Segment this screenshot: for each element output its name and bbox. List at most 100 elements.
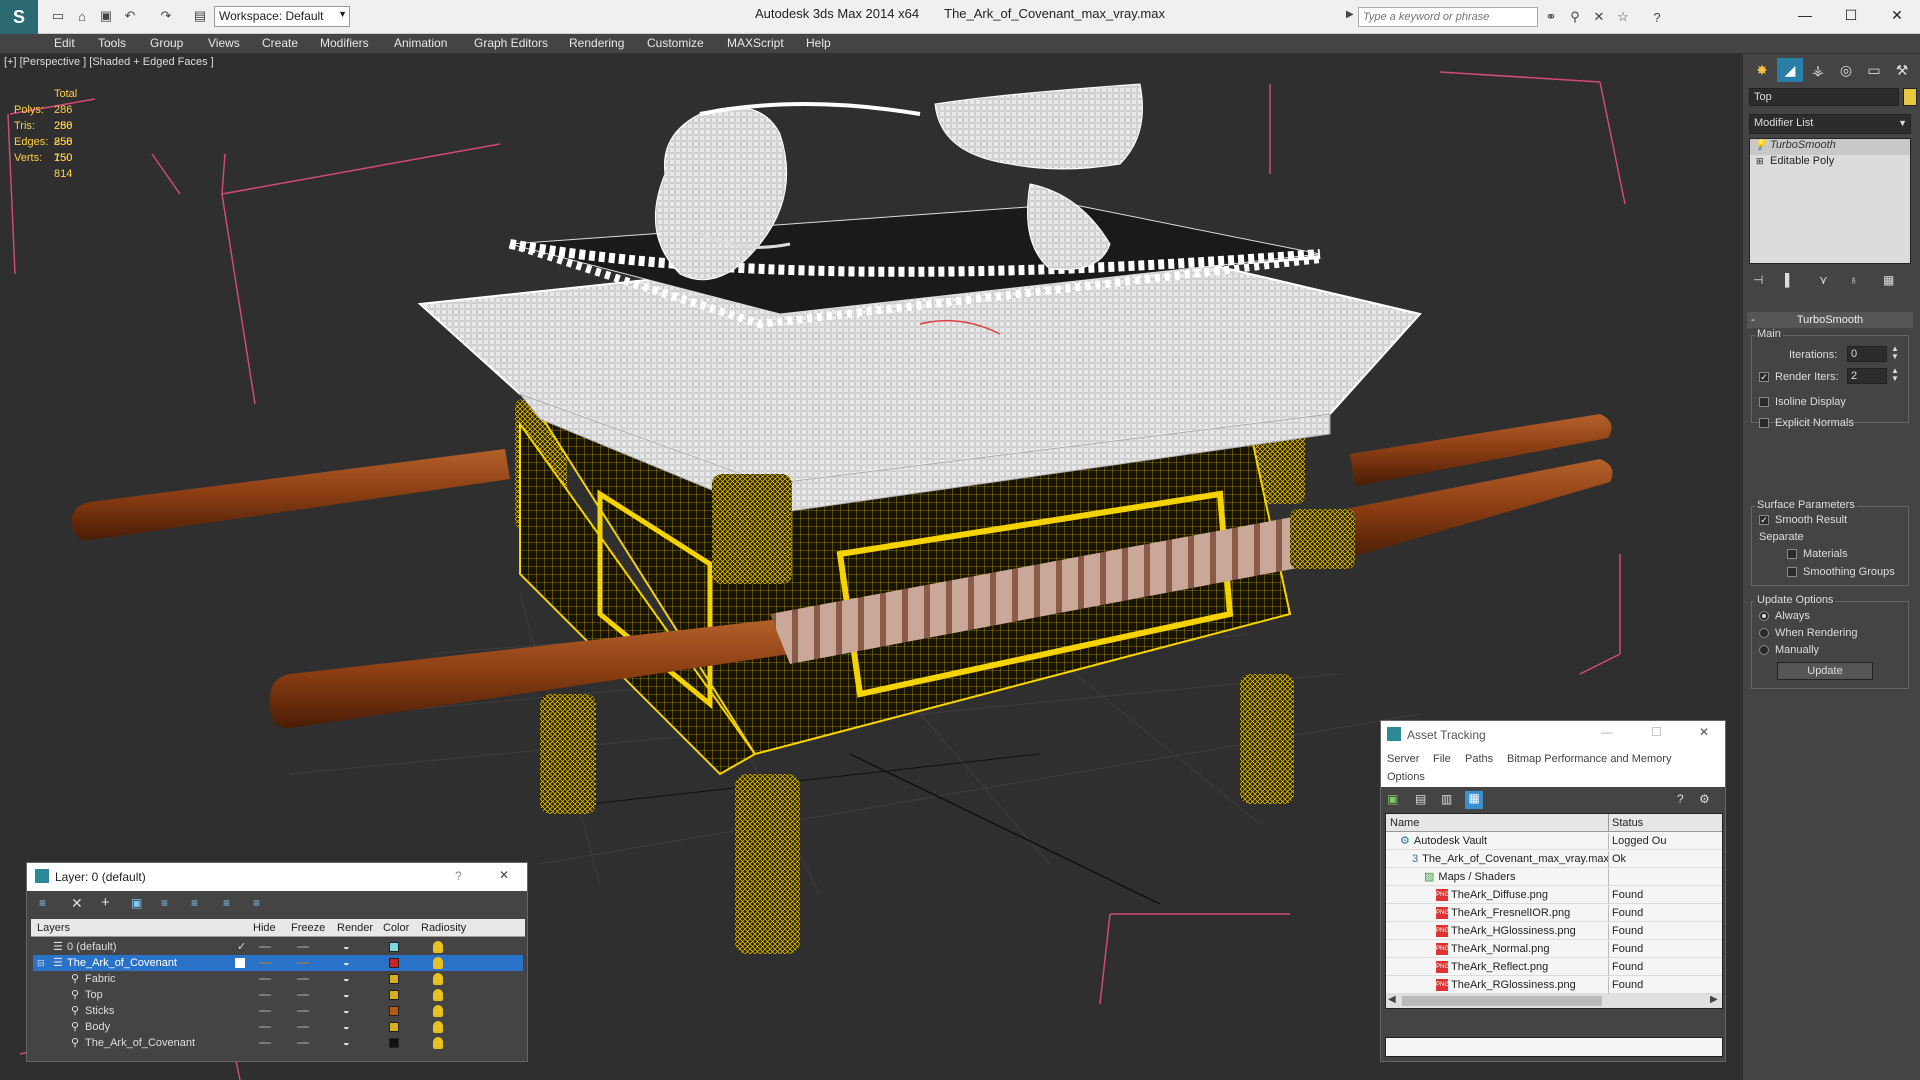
layer-window-titlebar[interactable]: Layer: 0 (default) ? ✕ <box>27 863 527 891</box>
object-color-swatch[interactable] <box>1903 88 1917 106</box>
hide-toggle[interactable] <box>259 978 271 980</box>
save-file-icon[interactable]: ▣ <box>96 6 116 26</box>
help-icon[interactable]: ? <box>1648 8 1666 26</box>
render-teapot-icon[interactable]: ◒ <box>343 1003 350 1019</box>
layer-color-swatch[interactable] <box>389 942 399 952</box>
set-active-box[interactable] <box>235 958 245 968</box>
freeze-toggle[interactable] <box>297 1010 309 1012</box>
hide-toggle[interactable] <box>259 962 271 964</box>
modifier-list-dropdown[interactable]: Modifier List ▼ <box>1749 114 1911 134</box>
menu-create[interactable]: Create <box>262 36 298 50</box>
search-expand-icon[interactable]: ▶ <box>1346 9 1354 20</box>
grid-view-icon[interactable]: ▦ <box>1465 791 1483 809</box>
explicit-normals-row[interactable]: Explicit Normals <box>1759 417 1854 429</box>
isoline-checkbox[interactable] <box>1759 397 1769 408</box>
object-color-swatch[interactable] <box>389 1006 399 1016</box>
menu-animation[interactable]: Animation <box>394 36 447 50</box>
materials-checkbox[interactable] <box>1787 549 1797 560</box>
object-color-swatch[interactable] <box>389 1038 399 1048</box>
hide-all-icon[interactable]: ≡ <box>191 896 198 910</box>
menu-group[interactable]: Group <box>150 36 183 50</box>
menu-bitmap-performance[interactable]: Bitmap Performance and Memory <box>1507 753 1671 765</box>
project-folder-icon[interactable]: ▤ <box>190 6 210 26</box>
always-radio[interactable] <box>1759 611 1769 622</box>
col-freeze[interactable]: Freeze <box>291 919 325 937</box>
create-layer-icon[interactable]: ≡ <box>39 896 46 910</box>
always-row[interactable]: Always <box>1759 610 1810 622</box>
hide-toggle[interactable] <box>259 1010 271 1012</box>
configure-sets-icon[interactable]: ▦ <box>1883 273 1894 287</box>
layer-row[interactable]: ☰ 0 (default) ✓ ◒ <box>33 939 523 955</box>
settings-icon[interactable]: ⚙ <box>1699 792 1710 806</box>
workspace-dropdown[interactable]: Workspace: Default ▼ <box>214 6 350 27</box>
layer-row-selected[interactable]: ⊟ ☰ The_Ark_of_Covenant ◒ <box>33 955 523 971</box>
collapse-minus-icon[interactable]: ⊟ <box>37 955 45 971</box>
freeze-toggle[interactable] <box>297 1026 309 1028</box>
layer-color-swatch[interactable] <box>389 958 399 968</box>
object-row[interactable]: ⚲ Top ◒ <box>33 987 523 1003</box>
menu-views[interactable]: Views <box>208 36 240 50</box>
stack-item-editable-poly[interactable]: ⊞ Editable Poly <box>1750 155 1910 171</box>
smooth-result-row[interactable]: ✓ Smooth Result <box>1759 514 1847 526</box>
utilities-tab-icon[interactable]: ⚒ <box>1889 58 1915 82</box>
radiosity-bulb-icon[interactable] <box>433 1037 443 1049</box>
menu-tools[interactable]: Tools <box>98 36 126 50</box>
render-teapot-icon[interactable]: ◒ <box>343 955 350 971</box>
col-radiosity[interactable]: Radiosity <box>421 919 466 937</box>
isoline-row[interactable]: Isoline Display <box>1759 396 1846 408</box>
object-color-swatch[interactable] <box>389 974 399 984</box>
render-teapot-icon[interactable]: ◒ <box>343 939 350 955</box>
when-rendering-radio[interactable] <box>1759 628 1769 639</box>
col-layers[interactable]: Layers <box>37 919 70 937</box>
make-unique-icon[interactable]: ⋎ <box>1819 273 1828 287</box>
expand-plus-icon[interactable]: ⊞ <box>1756 156 1764 167</box>
radiosity-bulb-icon[interactable] <box>433 1005 443 1017</box>
render-teapot-icon[interactable]: ◒ <box>343 987 350 1003</box>
subscription-icon[interactable]: ⚲ <box>1566 8 1584 26</box>
turbosmooth-rollout-header[interactable]: - TurboSmooth <box>1747 312 1913 328</box>
col-hide[interactable]: Hide <box>253 919 276 937</box>
render-iters-row[interactable]: ✓ Render Iters: <box>1759 371 1839 383</box>
scroll-thumb[interactable] <box>1402 996 1602 1006</box>
render-teapot-icon[interactable]: ◒ <box>343 971 350 987</box>
undo-icon[interactable]: ↶ <box>120 6 140 26</box>
hide-toggle[interactable] <box>259 1042 271 1044</box>
radiosity-bulb-icon[interactable] <box>433 957 443 969</box>
smoothing-groups-row[interactable]: Smoothing Groups <box>1787 566 1895 578</box>
table-view-icon[interactable]: ▥ <box>1441 792 1452 806</box>
redo-icon[interactable]: ↷ <box>156 6 176 26</box>
highlight-layer-icon[interactable]: ≡ <box>161 896 168 910</box>
freeze-toggle[interactable] <box>297 962 309 964</box>
menu-options[interactable]: Options <box>1387 771 1425 783</box>
radiosity-bulb-icon[interactable] <box>433 989 443 1001</box>
display-tab-icon[interactable]: ▭ <box>1861 58 1887 82</box>
freeze-toggle[interactable] <box>297 978 309 980</box>
maximize-button[interactable]: ☐ <box>1828 0 1874 30</box>
show-end-result-icon[interactable]: ▌ <box>1785 273 1794 287</box>
when-rendering-row[interactable]: When Rendering <box>1759 627 1858 639</box>
viewport-label[interactable]: [+] [Perspective ] [Shaded + Edged Faces… <box>4 56 214 68</box>
asset-row[interactable]: ⚙ Autodesk Vault Logged Ou <box>1386 833 1722 850</box>
freeze-toggle[interactable] <box>297 946 309 948</box>
minimize-icon[interactable]: — <box>1601 725 1613 739</box>
close-button[interactable]: ✕ <box>1874 0 1920 30</box>
hide-toggle[interactable] <box>259 1026 271 1028</box>
asset-window-titlebar[interactable]: Asset Tracking — ☐ ✕ <box>1381 721 1725 749</box>
object-row[interactable]: ⚲ Sticks ◒ <box>33 1003 523 1019</box>
maximize-icon[interactable]: ☐ <box>1651 725 1662 739</box>
select-objects-icon[interactable]: ▣ <box>131 896 142 910</box>
object-row[interactable]: ⚲ Fabric ◒ <box>33 971 523 987</box>
radiosity-bulb-icon[interactable] <box>433 1021 443 1033</box>
asset-row[interactable]: ▨ Maps / Shaders <box>1386 869 1722 886</box>
explicit-normals-checkbox[interactable] <box>1759 418 1769 429</box>
help-icon[interactable]: ? <box>1677 792 1684 806</box>
asset-row[interactable]: PNG TheArk_RGlossiness.png Found <box>1386 977 1722 994</box>
hide-toggle[interactable] <box>259 994 271 996</box>
asset-row[interactable]: 3 The_Ark_of_Covenant_max_vray.max Ok <box>1386 851 1722 868</box>
freeze-all-icon[interactable]: ≡ <box>223 896 230 910</box>
render-teapot-icon[interactable]: ◒ <box>343 1035 350 1051</box>
object-color-swatch[interactable] <box>389 990 399 1000</box>
iterations-spinner[interactable]: 0 <box>1847 346 1887 362</box>
radiosity-bulb-icon[interactable] <box>433 941 443 953</box>
materials-row[interactable]: Materials <box>1787 548 1848 560</box>
